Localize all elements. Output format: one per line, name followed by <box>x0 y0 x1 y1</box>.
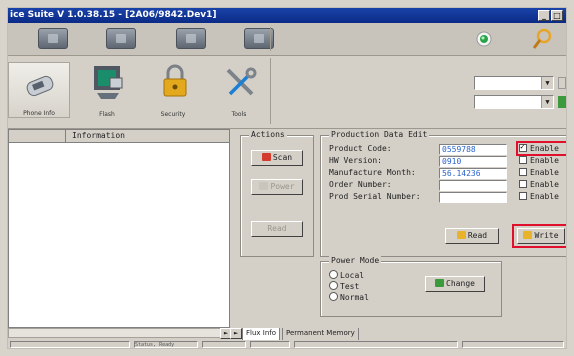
power-button-label: Power <box>270 182 295 191</box>
toolbar-divider <box>270 27 271 51</box>
toolbar-button-3[interactable] <box>176 28 206 49</box>
pencil-icon <box>456 231 466 239</box>
title-bar: ice Suite V 1.0.38.15 - [2A06/9842.Dev1]… <box>8 8 566 23</box>
radio-icon <box>329 270 338 279</box>
scan-button[interactable]: Scan <box>251 150 303 166</box>
scan-icon <box>261 153 271 161</box>
status-panel-2: Status, Ready <box>134 341 198 348</box>
refresh-icon[interactable] <box>474 29 494 49</box>
radio-normal[interactable]: Normal <box>329 292 369 303</box>
toolbar-divider <box>270 58 271 124</box>
hw-version-label: HW Version: <box>329 156 382 165</box>
status-panel-1 <box>10 341 130 348</box>
column-header-information[interactable]: Information <box>72 130 125 142</box>
power-mode-group: Power Mode Local Test Normal Change <box>320 256 502 317</box>
manufacture-month-enable[interactable]: Enable <box>519 168 559 178</box>
tool-phone-info-label: Phone Info <box>23 110 55 117</box>
radio-test[interactable]: Test <box>329 281 359 292</box>
tool-toolbar: Phone Info Flash Security Tools ▼ ▼ <box>8 56 566 129</box>
change-button[interactable]: Change <box>425 276 485 292</box>
list-header: Information <box>9 130 229 143</box>
window-title: ice Suite V 1.0.38.15 - [2A06/9842.Dev1] <box>10 10 217 20</box>
info-list[interactable]: Information <box>8 129 230 328</box>
change-icon <box>435 279 445 287</box>
maximize-button[interactable]: □ <box>551 10 563 21</box>
checkbox-icon <box>519 192 527 200</box>
status-panel-6 <box>462 341 564 348</box>
enable-highlight-box <box>516 141 566 156</box>
checkbox-icon <box>519 156 527 164</box>
tool-security-label: Security <box>160 111 186 118</box>
power-mode-title: Power Mode <box>329 256 382 266</box>
read-button-label: Read <box>467 231 488 240</box>
actions-group-title: Actions <box>249 130 287 140</box>
tool-phone-info[interactable]: Phone Info <box>8 62 70 118</box>
radio-icon <box>329 281 338 290</box>
flash-icon <box>94 66 123 99</box>
status-bar: Status, Ready <box>8 340 566 348</box>
tool-security[interactable]: Security <box>142 62 204 118</box>
chevron-down-icon: ▼ <box>541 77 553 89</box>
prod-serial-enable[interactable]: Enable <box>519 192 559 202</box>
actions-group: Actions Scan Power Read <box>240 130 314 257</box>
tool-tools[interactable]: Tools <box>208 62 270 118</box>
manufacture-month-label: Manufacture Month: <box>329 168 416 177</box>
tool-flash[interactable]: Flash <box>76 62 138 118</box>
radio-normal-label: Normal <box>340 293 369 302</box>
power-icon <box>259 182 269 190</box>
hw-version-enable-label: Enable <box>530 156 559 165</box>
production-group-title: Production Data Edit <box>329 130 430 140</box>
write-highlight-box <box>512 224 566 248</box>
lock-icon <box>163 64 187 97</box>
chevron-down-icon: ▼ <box>541 96 553 108</box>
scroll-right-arrow-icon[interactable]: ► <box>230 328 242 339</box>
order-number-enable[interactable]: Enable <box>519 180 559 190</box>
product-code-label: Product Code: <box>329 144 392 153</box>
checkbox-icon <box>519 180 527 188</box>
order-number-enable-label: Enable <box>530 180 559 189</box>
order-number-label: Order Number: <box>329 180 392 189</box>
device-combo[interactable]: ▼ <box>474 95 554 109</box>
app-window: ice Suite V 1.0.38.15 - [2A06/9842.Dev1]… <box>8 8 566 348</box>
tool-flash-label: Flash <box>99 111 115 118</box>
status-panel-5 <box>294 341 458 348</box>
scan-button-label: Scan <box>272 153 293 162</box>
minimize-button[interactable]: _ <box>538 10 550 21</box>
connect-icon[interactable] <box>558 96 566 108</box>
status-panel-4 <box>250 341 290 348</box>
radio-local-label: Local <box>340 271 365 280</box>
top-toolbar <box>8 23 566 56</box>
prod-serial-field[interactable] <box>439 192 507 203</box>
power-button[interactable]: Power <box>251 179 303 195</box>
column-divider <box>65 130 66 142</box>
radio-local[interactable]: Local <box>329 270 364 281</box>
toolbar-button-2[interactable] <box>106 28 136 49</box>
read-button[interactable]: Read <box>445 228 499 244</box>
change-button-label: Change <box>446 279 475 288</box>
radio-test-label: Test <box>340 282 360 291</box>
wrench-icon <box>226 67 257 96</box>
radio-icon <box>329 292 338 301</box>
product-code-field[interactable]: 0559788 <box>439 144 507 155</box>
tool-tools-label: Tools <box>231 111 247 118</box>
read-action-button-label: Read <box>267 224 287 233</box>
manufacture-month-field[interactable]: 56.14236 <box>439 168 507 179</box>
read-action-button[interactable]: Read <box>251 221 303 237</box>
checkbox-icon <box>519 168 527 176</box>
search-icon[interactable] <box>532 27 554 51</box>
order-number-field[interactable] <box>439 180 507 191</box>
manufacture-month-enable-label: Enable <box>530 168 559 177</box>
connect-button[interactable] <box>558 77 566 89</box>
status-panel-3 <box>202 341 246 348</box>
port-combo[interactable]: ▼ <box>474 76 554 90</box>
prod-serial-enable-label: Enable <box>530 192 559 201</box>
hw-version-enable[interactable]: Enable <box>519 156 559 166</box>
production-data-group: Production Data Edit Product Code: 05597… <box>320 130 566 257</box>
phone-icon <box>26 75 54 97</box>
prod-serial-label: Prod Serial Number: <box>329 192 421 201</box>
toolbar-button-1[interactable] <box>38 28 68 49</box>
hw-version-field[interactable]: 0910 <box>439 156 507 167</box>
list-scrollbar[interactable] <box>8 328 230 338</box>
